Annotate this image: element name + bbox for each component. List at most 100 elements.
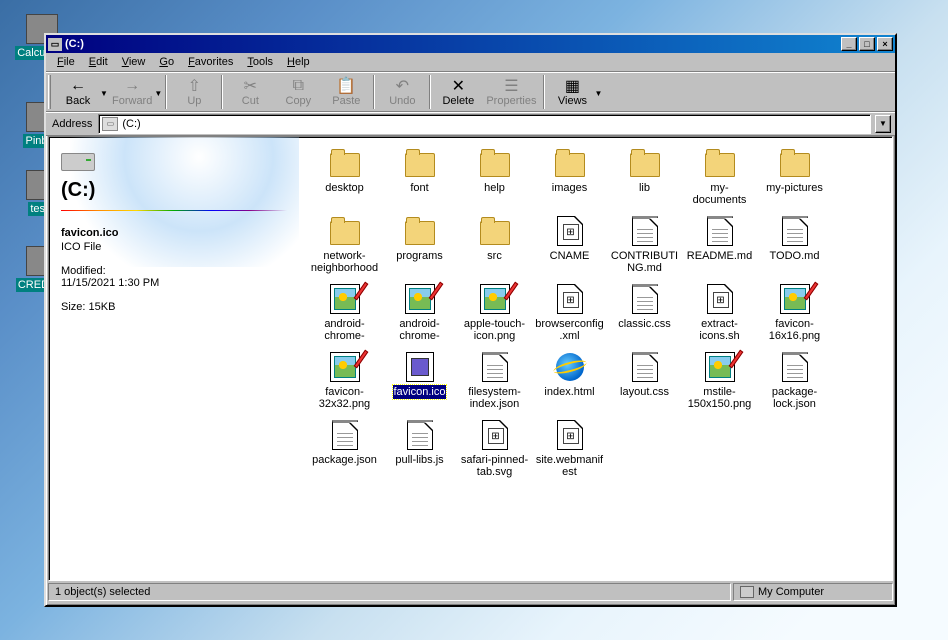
file-item[interactable]: layout.css	[607, 351, 682, 411]
file-item[interactable]: CONTRIBUTING.md	[607, 215, 682, 275]
item-label: network-neighborhood	[308, 249, 381, 275]
drive-icon: ▭	[102, 117, 118, 131]
properties-button: ☰ Properties	[482, 73, 540, 111]
views-icon: ▦	[562, 77, 582, 95]
image-file-icon	[330, 284, 360, 314]
item-label: favicon.ico	[393, 385, 447, 399]
drive-large-icon	[61, 153, 95, 171]
file-item[interactable]: TODO.md	[757, 215, 832, 275]
folder-icon	[780, 153, 810, 177]
system-menu-icon[interactable]: ▭	[48, 38, 62, 51]
item-label: programs	[395, 249, 443, 263]
menu-item-tools[interactable]: Tools	[240, 54, 280, 70]
item-label: images	[551, 181, 588, 195]
address-label: Address	[50, 118, 94, 130]
up-button: ⇧ Up	[170, 73, 218, 111]
folder-icon	[555, 153, 585, 177]
file-item[interactable]: ⊞ browserconfig.xml	[532, 283, 607, 343]
file-item[interactable]: package.json	[307, 419, 382, 479]
file-item[interactable]: filesystem-index.json	[457, 351, 532, 411]
text-file-icon	[632, 216, 658, 246]
forward-dropdown: ▼	[154, 87, 162, 98]
item-label: TODO.md	[769, 249, 821, 263]
folder-item[interactable]: font	[382, 147, 457, 207]
cut-button: ✂ Cut	[226, 73, 274, 111]
maximize-button[interactable]: □	[859, 37, 875, 51]
file-item[interactable]: apple-touch-icon.png	[457, 283, 532, 343]
forward-label: Forward	[112, 95, 152, 107]
menu-item-view[interactable]: View	[115, 54, 153, 70]
folder-icon	[480, 221, 510, 245]
my-computer-icon	[740, 586, 754, 598]
item-label: extract-icons.sh	[683, 317, 756, 343]
address-bar: Address ▭ (C:) ▼	[46, 112, 895, 136]
folder-item[interactable]: desktop	[307, 147, 382, 207]
toolbar-separator	[429, 75, 431, 109]
system-file-icon: ⊞	[482, 420, 508, 450]
views-button[interactable]: ▦ Views	[548, 73, 596, 111]
size-label: Size: 15KB	[61, 301, 287, 313]
text-file-icon	[632, 284, 658, 314]
minimize-button[interactable]: _	[841, 37, 857, 51]
file-list[interactable]: desktop font help images lib my-document…	[299, 137, 892, 580]
file-item[interactable]: ⊞ extract-icons.sh	[682, 283, 757, 343]
item-label: src	[486, 249, 503, 263]
cut-icon: ✂	[240, 77, 260, 95]
folder-item[interactable]: programs	[382, 215, 457, 275]
content-area: (C:) favicon.ico ICO File Modified: 11/1…	[48, 136, 893, 581]
folder-item[interactable]: images	[532, 147, 607, 207]
up-label: Up	[187, 95, 201, 107]
address-dropdown-button[interactable]: ▼	[875, 115, 891, 133]
item-label: desktop	[324, 181, 365, 195]
file-item[interactable]: android-chrome-	[382, 283, 457, 343]
address-value: (C:)	[122, 118, 140, 130]
back-label: Back	[66, 95, 90, 107]
properties-label: Properties	[486, 95, 536, 107]
folder-item[interactable]: my-pictures	[757, 147, 832, 207]
views-dropdown[interactable]: ▼	[594, 87, 602, 98]
folder-item[interactable]: my-documents	[682, 147, 757, 207]
file-item[interactable]: favicon.ico	[382, 351, 457, 411]
titlebar[interactable]: ▭ (C:) _ □ ×	[46, 35, 895, 53]
file-item[interactable]: android-chrome-	[307, 283, 382, 343]
file-item[interactable]: mstile-150x150.png	[682, 351, 757, 411]
status-left: 1 object(s) selected	[48, 583, 731, 601]
item-label: font	[409, 181, 429, 195]
file-item[interactable]: favicon-32x32.png	[307, 351, 382, 411]
folder-icon	[330, 153, 360, 177]
menu-item-help[interactable]: Help	[280, 54, 317, 70]
menu-item-file[interactable]: File	[50, 54, 82, 70]
file-item[interactable]: package-lock.json	[757, 351, 832, 411]
folder-item[interactable]: network-neighborhood	[307, 215, 382, 275]
folder-item[interactable]: help	[457, 147, 532, 207]
file-item[interactable]: ⊞ CNAME	[532, 215, 607, 275]
toolbar-gripper	[48, 75, 51, 109]
file-item[interactable]: classic.css	[607, 283, 682, 343]
item-label: mstile-150x150.png	[683, 385, 756, 411]
file-item[interactable]: pull-libs.js	[382, 419, 457, 479]
back-dropdown[interactable]: ▼	[100, 87, 108, 98]
close-button[interactable]: ×	[877, 37, 893, 51]
delete-label: Delete	[442, 95, 474, 107]
item-label: help	[483, 181, 506, 195]
delete-button[interactable]: ✕ Delete	[434, 73, 482, 111]
up-icon: ⇧	[184, 77, 204, 95]
file-item[interactable]: index.html	[532, 351, 607, 411]
item-label: index.html	[543, 385, 595, 399]
file-item[interactable]: ⊞ site.webmanifest	[532, 419, 607, 479]
modified-value: 11/15/2021 1:30 PM	[61, 277, 287, 289]
file-item[interactable]: ⊞ safari-pinned-tab.svg	[457, 419, 532, 479]
menubar: FileEditViewGoFavoritesToolsHelp	[46, 53, 895, 72]
menu-item-go[interactable]: Go	[152, 54, 181, 70]
file-item[interactable]: README.md	[682, 215, 757, 275]
folder-item[interactable]: src	[457, 215, 532, 275]
file-item[interactable]: favicon-16x16.png	[757, 283, 832, 343]
item-label: favicon-32x32.png	[308, 385, 381, 411]
item-label: safari-pinned-tab.svg	[458, 453, 531, 479]
back-button[interactable]: ← Back	[54, 73, 102, 111]
menu-item-edit[interactable]: Edit	[82, 54, 115, 70]
menu-item-favorites[interactable]: Favorites	[181, 54, 240, 70]
address-field[interactable]: ▭ (C:)	[98, 114, 871, 134]
folder-item[interactable]: lib	[607, 147, 682, 207]
item-label: my-documents	[683, 181, 756, 207]
